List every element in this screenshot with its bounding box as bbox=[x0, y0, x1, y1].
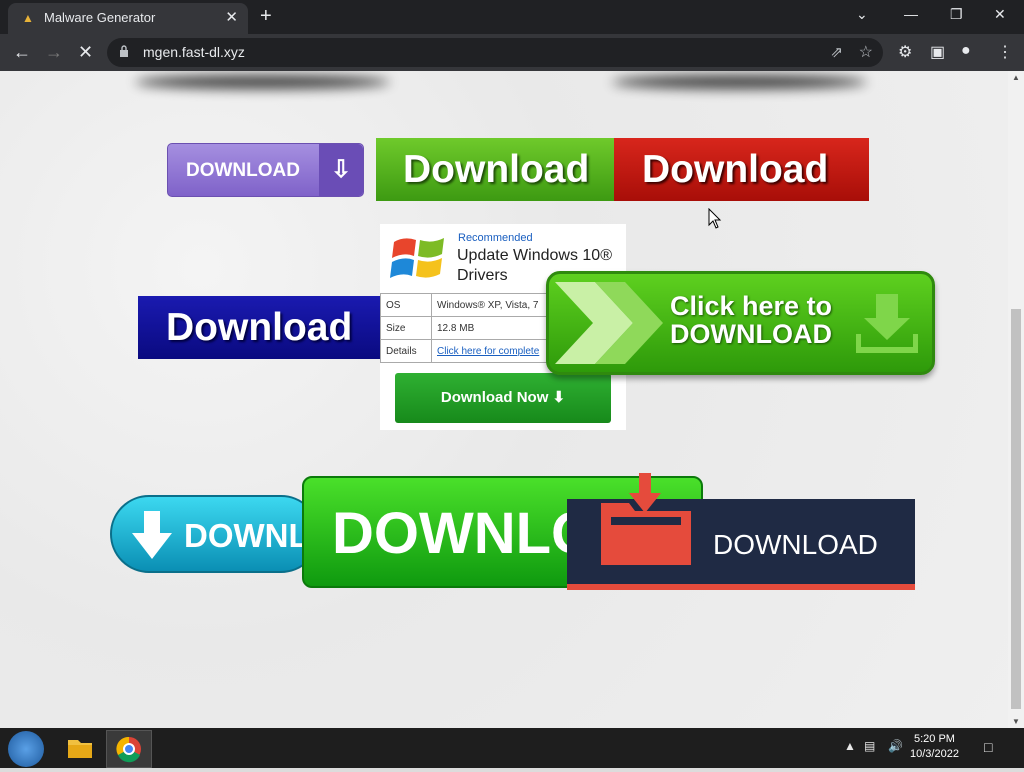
details-link[interactable]: Click here for complete bbox=[437, 346, 539, 357]
shadow-decoration bbox=[612, 75, 867, 89]
menu-icon[interactable]: ⋮ bbox=[997, 42, 1013, 62]
page-content: DOWNLOAD ⇩ Download Download Download Re… bbox=[0, 71, 1008, 728]
purple-download-label: DOWNLOAD bbox=[186, 160, 300, 181]
cyan-download-label: DOWNLOAD bbox=[184, 517, 312, 554]
download-now-button[interactable]: Download Now ⬇ bbox=[395, 373, 611, 423]
close-window-button[interactable]: ✕ bbox=[994, 6, 1006, 23]
mouse-cursor-icon bbox=[708, 208, 722, 229]
scroll-down-icon[interactable]: ▼ bbox=[1012, 717, 1020, 726]
address-bar[interactable]: mgen.fast-dl.xyz ⇗ ☆ bbox=[107, 38, 883, 67]
chevron-arrows-icon bbox=[555, 282, 663, 364]
browser-toolbar: ← → ✕ mgen.fast-dl.xyz ⇗ ☆ ⚙ ▣ ● ⋮ bbox=[0, 34, 1024, 71]
download-tray-icon bbox=[856, 294, 918, 353]
dark-download-label: DOWNLOAD bbox=[713, 529, 878, 560]
click-line2: DOWNLOAD bbox=[670, 319, 832, 349]
click-here-text: Click here to DOWNLOAD bbox=[670, 292, 832, 348]
table-key: OS bbox=[380, 293, 432, 317]
navy-download-button[interactable]: Download bbox=[138, 296, 388, 359]
start-button[interactable] bbox=[8, 731, 44, 767]
red-download-button[interactable]: Download bbox=[614, 138, 869, 201]
shadow-decoration bbox=[135, 75, 390, 89]
new-tab-button[interactable]: + bbox=[260, 5, 272, 28]
tab-search-icon[interactable]: ⌄ bbox=[856, 6, 868, 23]
table-key: Size bbox=[380, 316, 432, 340]
download-arrow-icon: ⇩ bbox=[319, 144, 363, 196]
back-button[interactable]: ← bbox=[13, 42, 31, 63]
network-icon[interactable]: ▤ bbox=[864, 739, 875, 753]
scrollbar-thumb[interactable] bbox=[1011, 309, 1021, 709]
restore-button[interactable]: ❐ bbox=[950, 6, 963, 23]
bookmark-star-icon[interactable]: ☆ bbox=[859, 42, 873, 62]
dark-folder-download-button[interactable]: DOWNLOAD bbox=[567, 473, 915, 590]
side-panel-icon[interactable]: ▣ bbox=[930, 42, 945, 62]
warning-favicon-icon: ▲ bbox=[22, 11, 34, 25]
download-now-label: Download Now bbox=[440, 389, 549, 406]
lock-icon bbox=[120, 45, 128, 57]
scroll-up-icon[interactable]: ▲ bbox=[1012, 73, 1020, 82]
title-bar: ▲ Malware Generator ✕ + ⌄ — ❐ ✕ bbox=[0, 0, 1024, 34]
notifications-icon[interactable]: □ bbox=[984, 739, 992, 755]
windows-logo-icon bbox=[390, 238, 444, 278]
chrome-taskbar-icon[interactable] bbox=[106, 730, 152, 768]
green-download-button[interactable]: Download bbox=[376, 138, 626, 201]
forward-button[interactable]: → bbox=[45, 42, 63, 63]
minimize-button[interactable]: — bbox=[904, 6, 918, 22]
vertical-scrollbar[interactable]: ▲ ▼ bbox=[1008, 71, 1024, 728]
close-tab-icon[interactable]: ✕ bbox=[225, 8, 238, 26]
system-clock[interactable]: 5:20 PM 10/3/2022 bbox=[910, 732, 959, 762]
clock-time: 5:20 PM bbox=[913, 733, 955, 745]
tab-title: Malware Generator bbox=[44, 10, 156, 25]
share-icon[interactable]: ⇗ bbox=[830, 43, 843, 61]
cyan-download-button[interactable]: DOWNLOAD bbox=[110, 495, 320, 573]
click-here-download-button[interactable]: Click here to DOWNLOAD bbox=[546, 271, 935, 375]
table-key: Details bbox=[380, 339, 432, 363]
down-arrow-icon: ⬇ bbox=[552, 389, 566, 406]
file-explorer-icon[interactable] bbox=[58, 730, 102, 766]
url-text: mgen.fast-dl.xyz bbox=[143, 44, 245, 60]
clock-date: 10/3/2022 bbox=[910, 748, 959, 760]
purple-download-button[interactable]: DOWNLOAD ⇩ bbox=[167, 143, 364, 197]
profile-icon[interactable]: ● bbox=[961, 42, 971, 60]
extensions-icon[interactable]: ⚙ bbox=[898, 42, 912, 62]
browser-tab[interactable]: ▲ Malware Generator ✕ bbox=[8, 3, 248, 34]
windows-taskbar: ▲ ▤ 🔊 5:20 PM 10/3/2022 □ bbox=[0, 728, 1024, 768]
show-hidden-icons-icon[interactable]: ▲ bbox=[844, 739, 856, 753]
folder-download-icon bbox=[601, 473, 691, 565]
click-line1: Click here to bbox=[670, 291, 833, 321]
volume-icon[interactable]: 🔊 bbox=[888, 739, 903, 753]
recommended-label: Recommended bbox=[458, 232, 533, 244]
down-arrow-icon bbox=[132, 511, 172, 559]
stop-loading-button[interactable]: ✕ bbox=[78, 42, 93, 63]
